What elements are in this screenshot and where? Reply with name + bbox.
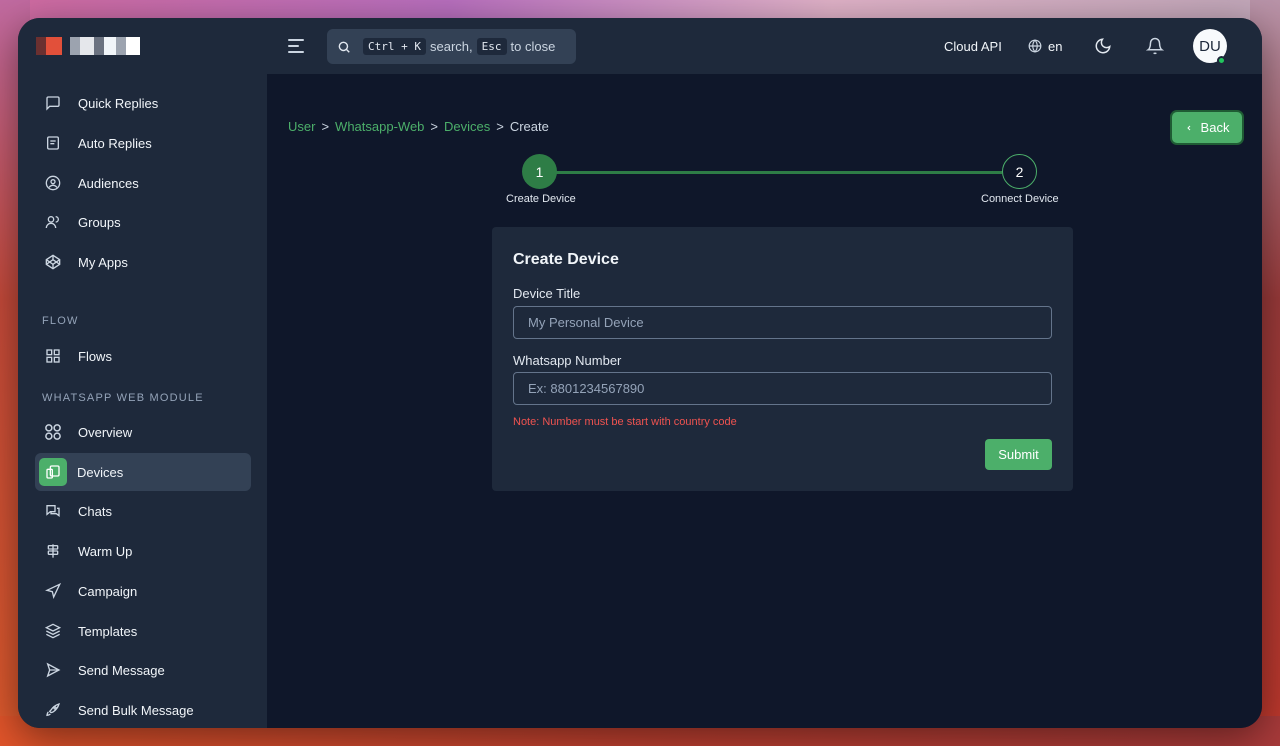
back-button-label: Back: [1200, 120, 1230, 135]
online-status-indicator: [1217, 56, 1226, 65]
chat-bubbles-icon: [42, 500, 64, 522]
logo[interactable]: [36, 37, 140, 55]
step-2-label: Connect Device: [981, 193, 1059, 205]
step-1-indicator: 1: [522, 154, 557, 189]
devices-icon: [39, 458, 67, 486]
sidebar-item-label: Overview: [78, 424, 133, 440]
search-hint-text: search,: [429, 39, 473, 54]
theme-toggle[interactable]: [1094, 18, 1112, 74]
sidebar-item-flows[interactable]: Flows: [35, 337, 251, 375]
sidebar-item-campaign[interactable]: Campaign: [35, 572, 251, 610]
sidebar-item-warm-up[interactable]: Warm Up: [35, 532, 251, 570]
stepper-progress-line: [540, 171, 1002, 174]
language-selector[interactable]: en: [1028, 18, 1062, 74]
whatsapp-number-label: Whatsapp Number: [513, 353, 622, 368]
breadcrumb-devices[interactable]: Devices: [444, 119, 490, 134]
send-icon: [42, 659, 64, 681]
breadcrumb-separator: >: [430, 119, 438, 134]
navigation-icon: [42, 580, 64, 602]
sidebar-item-devices[interactable]: Devices: [35, 453, 251, 491]
whatsapp-number-input[interactable]: [513, 372, 1052, 405]
section-heading-flow: FLOW: [42, 315, 79, 327]
sidebar-item-label: Send Bulk Message: [78, 702, 194, 718]
sidebar-item-groups[interactable]: Groups: [35, 203, 251, 241]
circles-icon: [42, 421, 64, 443]
sidebar-item-overview[interactable]: Overview: [35, 413, 251, 451]
country-code-note: Note: Number must be start with country …: [513, 416, 737, 428]
top-bar: Ctrl + K search, Esc to close Cloud API …: [18, 18, 1262, 74]
app-window: Ctrl + K search, Esc to close Cloud API …: [18, 18, 1262, 728]
search-icon: [338, 41, 350, 53]
codepen-icon: [42, 251, 64, 273]
step-1-label: Create Device: [506, 193, 576, 205]
sidebar-item-label: Auto Replies: [78, 135, 152, 151]
back-button[interactable]: Back: [1172, 112, 1242, 143]
sidebar-item-quick-replies[interactable]: Quick Replies: [35, 84, 251, 122]
sidebar-item-label: My Apps: [78, 254, 128, 270]
signpost-icon: [42, 540, 64, 562]
message-square-icon: [42, 92, 64, 114]
breadcrumb: User > Whatsapp-Web > Devices > Create: [288, 119, 549, 134]
step-number: 1: [535, 163, 544, 180]
bell-icon: [1146, 37, 1164, 55]
layers-icon: [42, 620, 64, 642]
cloud-api-label: Cloud API: [944, 38, 1002, 54]
sidebar-item-auto-replies[interactable]: Auto Replies: [35, 124, 251, 162]
sidebar-item-label: Campaign: [78, 583, 138, 599]
card-title: Create Device: [513, 251, 619, 268]
sidebar-item-label: Send Message: [78, 662, 165, 678]
menu-toggle-icon[interactable]: [288, 36, 308, 56]
submit-button[interactable]: Submit: [985, 439, 1052, 470]
shortcut-key: Ctrl + K: [363, 38, 426, 55]
breadcrumb-separator: >: [496, 119, 504, 134]
users-icon: [42, 211, 64, 233]
sidebar-item-send-message[interactable]: Send Message: [35, 651, 251, 689]
sidebar-item-chats[interactable]: Chats: [35, 492, 251, 530]
notifications-button[interactable]: [1146, 18, 1164, 74]
sidebar-item-templates[interactable]: Templates: [35, 612, 251, 650]
breadcrumb-current: Create: [509, 119, 549, 134]
sidebar-item-label: Flows: [78, 348, 112, 364]
cloud-api-link[interactable]: Cloud API: [944, 18, 1002, 74]
sidebar-item-label: Quick Replies: [78, 95, 159, 111]
step-2-indicator: 2: [1002, 154, 1037, 189]
file-text-icon: [42, 132, 64, 154]
sidebar-item-label: Audiences: [78, 175, 139, 191]
moon-icon: [1095, 38, 1111, 54]
sidebar-item-audiences[interactable]: Audiences: [35, 164, 251, 202]
globe-icon: [1028, 39, 1042, 53]
search-hint-close: to close: [510, 39, 556, 54]
sidebar: Quick Replies Auto Replies Audiences Gro…: [18, 74, 267, 728]
step-number: 2: [1015, 163, 1024, 180]
device-title-input[interactable]: [513, 306, 1052, 339]
breadcrumb-whatsapp-web[interactable]: Whatsapp-Web: [335, 119, 424, 134]
sidebar-item-label: Groups: [78, 214, 121, 230]
breadcrumb-separator: >: [321, 119, 330, 134]
sidebar-item-my-apps[interactable]: My Apps: [35, 243, 251, 281]
rocket-icon: [42, 699, 64, 721]
main-content: User > Whatsapp-Web > Devices > Create B…: [267, 74, 1262, 728]
escape-key: Esc: [476, 38, 507, 55]
language-label: en: [1048, 38, 1063, 54]
sidebar-item-label: Warm Up: [78, 543, 133, 559]
sidebar-item-label: Chats: [78, 503, 112, 519]
section-heading-whatsapp-web: WHATSAPP WEB MODULE: [42, 392, 204, 404]
create-device-card: Create Device Device Title Whatsapp Numb…: [492, 227, 1073, 491]
breadcrumb-user[interactable]: User: [288, 119, 315, 134]
sidebar-item-send-bulk-message[interactable]: Send Bulk Message: [35, 691, 251, 728]
chevron-left-icon: [1185, 120, 1193, 135]
sidebar-item-label: Templates: [78, 623, 138, 639]
user-circle-icon: [42, 172, 64, 194]
grid-icon: [42, 345, 64, 367]
sidebar-item-label: Devices: [77, 464, 124, 480]
device-title-label: Device Title: [513, 286, 581, 301]
search-bar[interactable]: Ctrl + K search, Esc to close: [327, 29, 576, 64]
